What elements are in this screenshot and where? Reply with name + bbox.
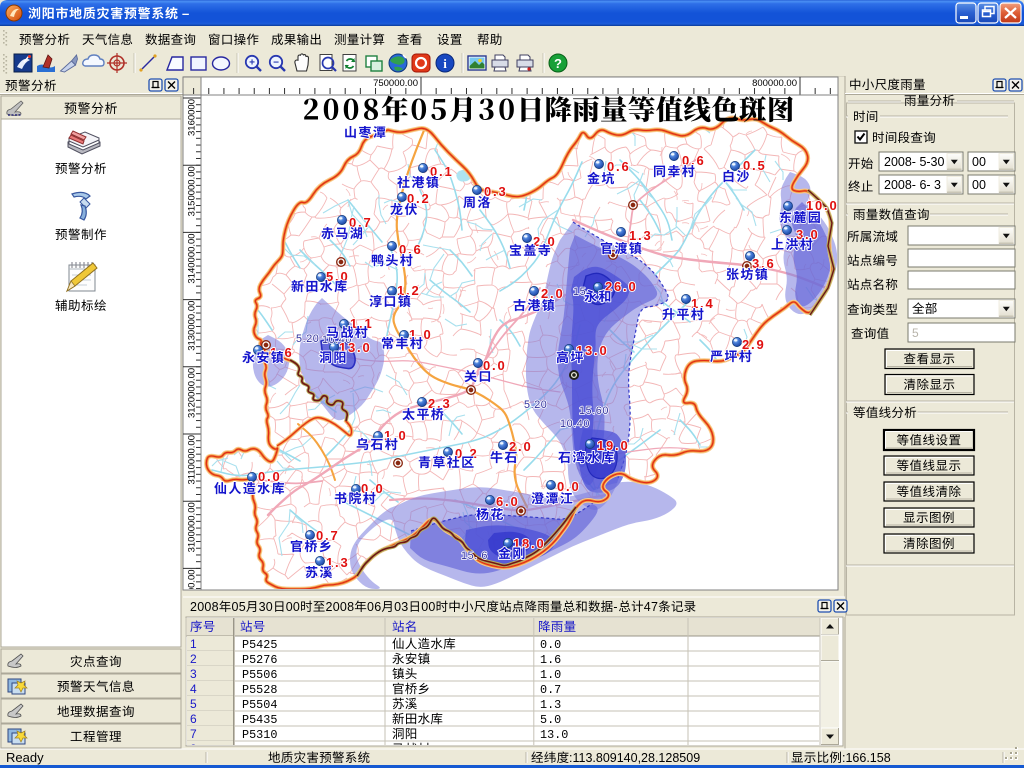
svg-text:?: ?: [554, 56, 562, 71]
svg-text:0: 0: [340, 600, 347, 614]
svg-text:4: 4: [190, 682, 197, 696]
svg-text:0: 0: [197, 600, 204, 614]
svg-text:0: 0: [421, 600, 428, 614]
svg-text:6: 6: [190, 712, 197, 726]
svg-text:0.7: 0.7: [316, 528, 339, 543]
svg-text:0.2: 0.2: [407, 191, 430, 206]
svg-text:5.0: 5.0: [540, 713, 561, 727]
svg-text:2: 2: [326, 600, 333, 614]
svg-text:2008- 5-30: 2008- 5-30: [884, 155, 945, 169]
svg-text:P5310: P5310: [242, 728, 277, 742]
svg-text:i: i: [443, 56, 447, 71]
svg-text:0: 0: [204, 600, 211, 614]
svg-text:P5435: P5435: [242, 713, 277, 727]
svg-text:P5506: P5506: [242, 668, 277, 682]
svg-text:0: 0: [293, 600, 300, 614]
svg-text:5.20: 5.20: [524, 399, 547, 411]
svg-text:5: 5: [912, 326, 919, 340]
svg-text::113.809140,28.128509: :113.809140,28.128509: [569, 751, 700, 765]
svg-text:7: 7: [190, 727, 197, 741]
svg-text:−: −: [273, 58, 279, 69]
svg-text:1.3: 1.3: [540, 698, 561, 712]
svg-text:2008- 6- 3: 2008- 6- 3: [884, 178, 941, 192]
svg-text:800000.00: 800000.00: [752, 78, 797, 89]
svg-text:3160000: 3160000: [187, 99, 198, 136]
svg-text:750000.00: 750000.00: [373, 78, 418, 89]
svg-text:3: 3: [401, 600, 408, 614]
svg-text:3: 3: [259, 600, 266, 614]
svg-text:P5528: P5528: [242, 683, 277, 697]
svg-text:3100000.00: 3100000.00: [187, 502, 198, 552]
svg-text:00: 00: [972, 155, 986, 169]
svg-text:6.0: 6.0: [496, 494, 519, 509]
svg-text:0: 0: [333, 600, 340, 614]
svg-text:3: 3: [190, 667, 197, 681]
svg-text:6: 6: [374, 600, 381, 614]
svg-text:0.0: 0.0: [540, 638, 561, 652]
svg-text:+: +: [249, 58, 255, 69]
svg-text:0: 0: [266, 600, 273, 614]
svg-text:0.7: 0.7: [540, 683, 561, 697]
svg-text:5: 5: [190, 697, 197, 711]
svg-text:13.0: 13.0: [540, 728, 568, 742]
svg-text::166.158: :166.158: [842, 751, 891, 765]
svg-text:P5425: P5425: [242, 638, 277, 652]
svg-text:-: -: [613, 600, 617, 614]
svg-text:1: 1: [190, 637, 197, 651]
svg-text:19.0: 19.0: [597, 438, 630, 453]
svg-text:0: 0: [428, 600, 435, 614]
svg-text:3130000.00: 3130000.00: [187, 301, 198, 351]
svg-text:–: –: [182, 6, 189, 21]
svg-text:1.3: 1.3: [629, 228, 652, 243]
svg-text:2.9: 2.9: [742, 337, 765, 352]
svg-text:15. 6: 15. 6: [461, 550, 488, 562]
svg-text:8: 8: [347, 600, 354, 614]
svg-text:0: 0: [232, 600, 239, 614]
svg-text:3110000.00: 3110000.00: [187, 435, 198, 485]
svg-text:Ready: Ready: [6, 750, 44, 765]
svg-text:0: 0: [394, 600, 401, 614]
svg-text:0.0: 0.0: [557, 479, 580, 494]
svg-text:0: 0: [367, 600, 374, 614]
svg-text:0: 0: [286, 600, 293, 614]
svg-text:3150000.00: 3150000.00: [187, 166, 198, 216]
svg-text:15.60: 15.60: [579, 405, 609, 417]
svg-text:P5276: P5276: [242, 653, 277, 667]
svg-text:1.6: 1.6: [540, 653, 561, 667]
svg-text:8: 8: [212, 600, 219, 614]
svg-text:3140000.00: 3140000.00: [187, 233, 198, 283]
svg-text:5.20: 5.20: [296, 333, 319, 345]
svg-text:2: 2: [190, 600, 197, 614]
svg-text:10.40: 10.40: [560, 418, 590, 430]
svg-text:5: 5: [239, 600, 246, 614]
svg-text:1.0: 1.0: [540, 668, 561, 682]
svg-text:4: 4: [644, 600, 651, 614]
svg-text:7: 7: [651, 600, 658, 614]
svg-text:2: 2: [190, 652, 197, 666]
svg-text:00: 00: [972, 178, 986, 192]
svg-text:P5504: P5504: [242, 698, 277, 712]
svg-text:0.5: 0.5: [743, 158, 766, 173]
svg-text:3120000.00: 3120000.00: [187, 368, 198, 418]
